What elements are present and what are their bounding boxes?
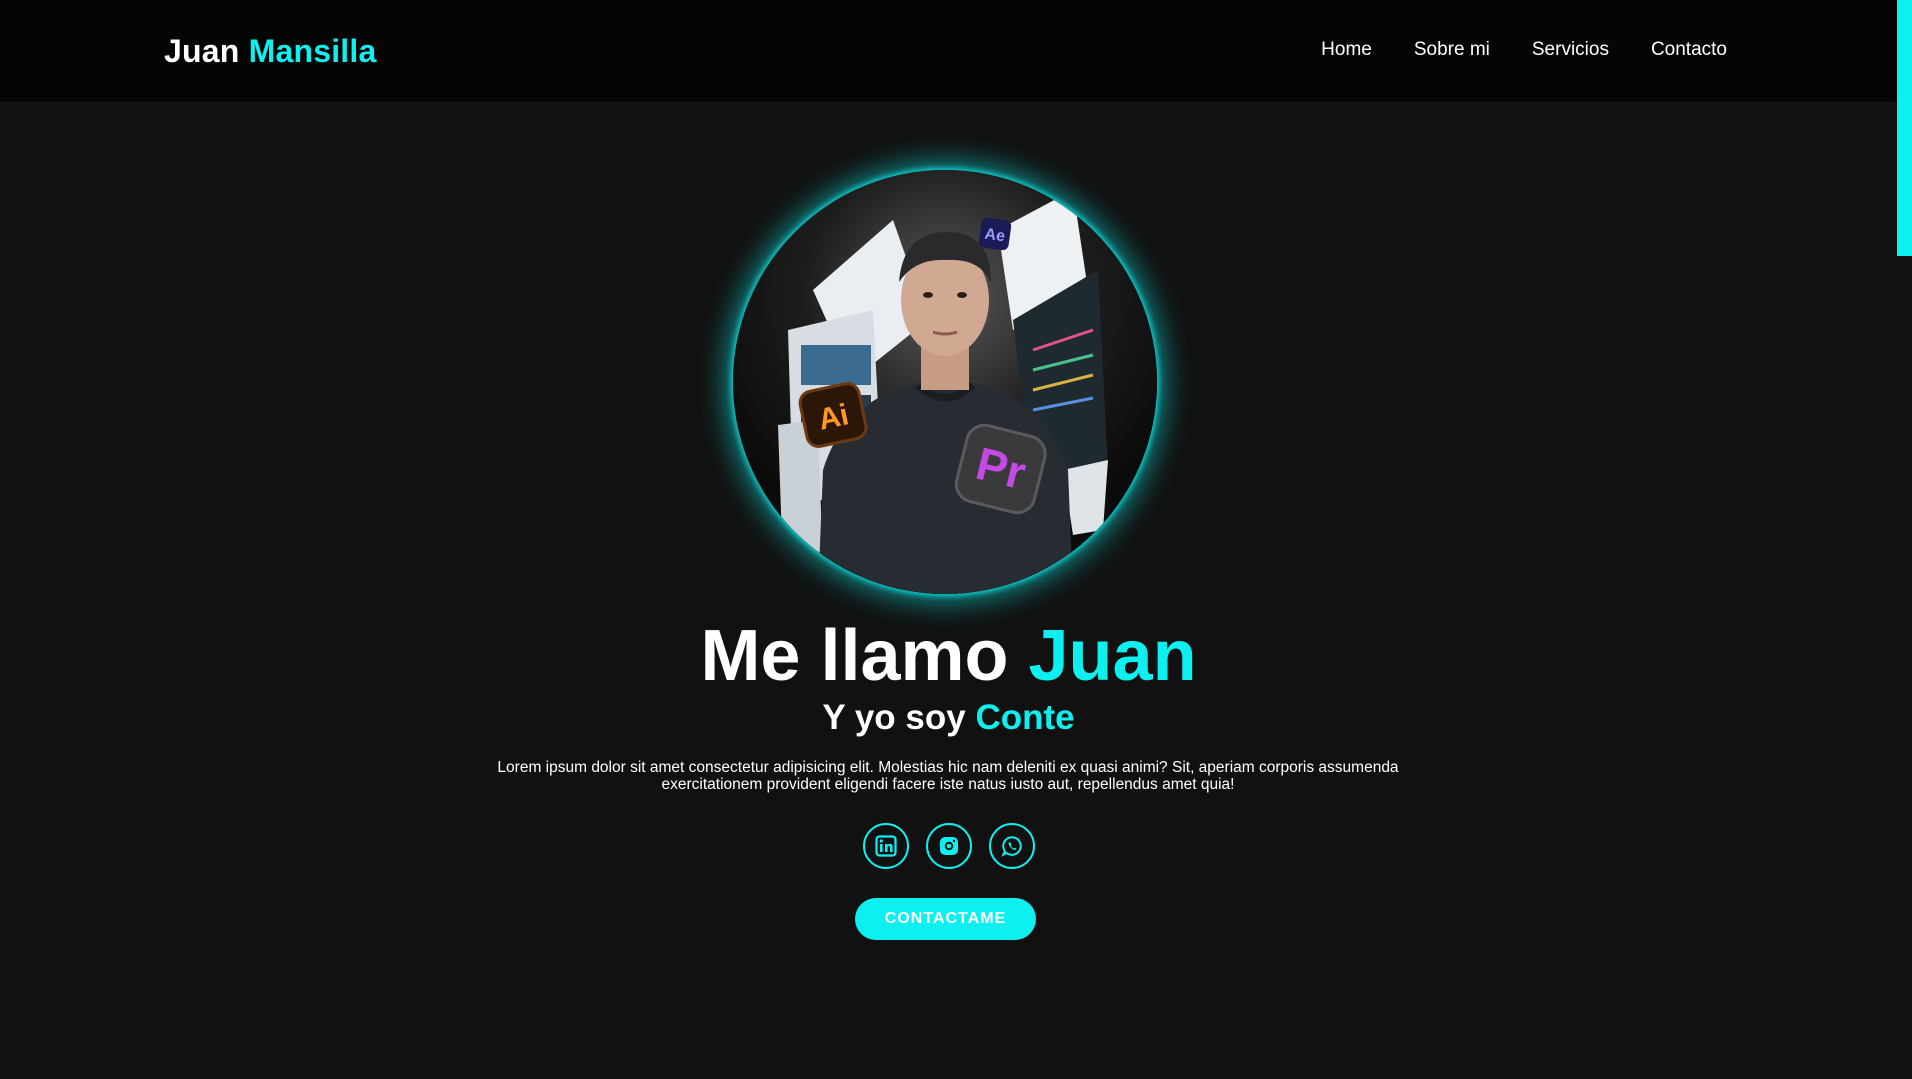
hero-description: Lorem ipsum dolor sit amet consectetur a… [497, 759, 1399, 793]
main-nav: Home Sobre mi Servicios Contacto [1321, 39, 1727, 61]
nav-link-servicios[interactable]: Servicios [1532, 39, 1609, 61]
instagram-icon [939, 837, 958, 855]
hero-subtitle: Y yo soy Conte [0, 697, 1897, 739]
contact-cta-button[interactable]: CONTACTAME [855, 898, 1036, 940]
social-links [0, 823, 1897, 869]
page-scrollbar[interactable] [1897, 0, 1912, 1079]
adobe-after-effects-icon: Ae [978, 217, 1012, 251]
linkedin-link[interactable] [862, 823, 909, 869]
scrollbar-thumb[interactable] [1897, 0, 1912, 256]
instagram-link[interactable] [925, 823, 972, 869]
logo-last-name: Mansilla [248, 33, 377, 69]
linkedin-icon [874, 835, 897, 857]
site-header: Juan Mansilla Home Sobre mi Servicios Co… [0, 0, 1897, 103]
hero-subtitle-prefix: Y yo soy [822, 698, 976, 737]
svg-text:Ae: Ae [983, 226, 1006, 246]
hero-title-name: Juan [1028, 616, 1197, 696]
profile-photo: Ai Pr Ae [733, 170, 1157, 594]
nav-link-home[interactable]: Home [1321, 39, 1372, 61]
nav-link-sobre-mi[interactable]: Sobre mi [1414, 39, 1490, 61]
nav-link-contacto[interactable]: Contacto [1651, 39, 1727, 61]
logo-first-name: Juan [164, 33, 240, 69]
site-logo[interactable]: Juan Mansilla [164, 33, 376, 70]
hero-title-prefix: Me llamo [700, 616, 1029, 696]
whatsapp-link[interactable] [988, 823, 1035, 869]
hero-title: Me llamo Juan [0, 615, 1897, 697]
profile-photo-illustration: Ai Pr Ae [733, 170, 1157, 594]
whatsapp-icon [1000, 836, 1022, 857]
hero-subtitle-role: Conte [975, 698, 1075, 737]
adobe-illustrator-icon: Ai [798, 382, 868, 448]
